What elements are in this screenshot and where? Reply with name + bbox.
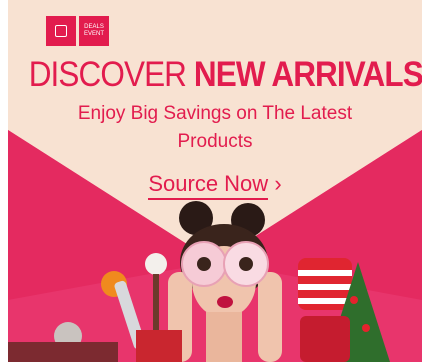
neck [206, 312, 242, 362]
gift-box [136, 330, 182, 362]
ad-banner[interactable]: DEALS EVENT DISCOVER NEW ARRIVALS Enjoy … [8, 0, 422, 362]
promo-illustration [8, 201, 390, 362]
arm-right [258, 272, 282, 362]
skull-prop [145, 253, 167, 275]
red-handbag [300, 316, 350, 362]
mouth [217, 296, 233, 308]
